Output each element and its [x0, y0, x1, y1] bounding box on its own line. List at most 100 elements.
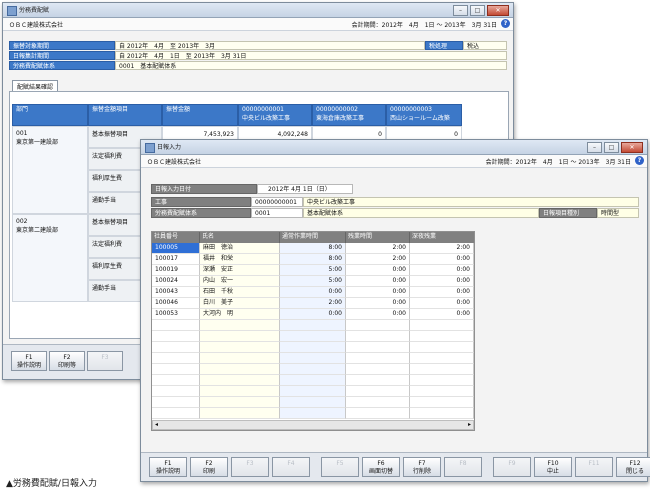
- employee-no-cell[interactable]: [152, 320, 200, 331]
- f2-print-button[interactable]: F2 印刷等: [49, 351, 85, 371]
- grid-row[interactable]: [152, 342, 474, 353]
- overtime-cell[interactable]: [346, 375, 410, 386]
- grid-row[interactable]: 100017 福井 和栄 8:00 2:00 0:00: [152, 254, 474, 265]
- f12-function-key[interactable]: F12 閉じる: [616, 457, 650, 477]
- grid-row[interactable]: [152, 353, 474, 364]
- name-cell[interactable]: [200, 408, 280, 419]
- overtime-cell[interactable]: 2:00: [346, 254, 410, 265]
- employee-no-cell[interactable]: [152, 386, 200, 397]
- employee-no-cell[interactable]: 100019: [152, 265, 200, 276]
- date-field[interactable]: 2012年 4月 1日（日）: [257, 184, 353, 194]
- regular-hours-cell[interactable]: [280, 364, 346, 375]
- regular-hours-cell[interactable]: 5:00: [280, 265, 346, 276]
- late-night-cell[interactable]: 0:00: [410, 309, 474, 320]
- late-night-cell[interactable]: 0:00: [410, 276, 474, 287]
- name-cell[interactable]: 福井 和栄: [200, 254, 280, 265]
- grid-row[interactable]: [152, 386, 474, 397]
- regular-hours-cell[interactable]: [280, 375, 346, 386]
- close-icon[interactable]: ✕: [621, 142, 643, 153]
- maximize-icon[interactable]: □: [470, 5, 485, 16]
- overtime-cell[interactable]: 2:00: [346, 243, 410, 254]
- late-night-cell[interactable]: 0:00: [410, 298, 474, 309]
- scroll-right-icon[interactable]: ▸: [468, 421, 471, 428]
- scroll-left-icon[interactable]: ◂: [155, 421, 158, 428]
- f3-function-key[interactable]: F3: [231, 457, 269, 477]
- f7-function-key[interactable]: F7 行削除: [403, 457, 441, 477]
- regular-hours-cell[interactable]: 2:00: [280, 298, 346, 309]
- grid-row[interactable]: 100019 深瀬 安正 5:00 0:00 0:00: [152, 265, 474, 276]
- regular-hours-cell[interactable]: 8:00: [280, 254, 346, 265]
- grid-row[interactable]: [152, 364, 474, 375]
- overtime-cell[interactable]: [346, 342, 410, 353]
- horizontal-scrollbar[interactable]: ◂ ▸: [152, 420, 474, 430]
- overtime-cell[interactable]: [346, 397, 410, 408]
- department-cell[interactable]: 002 東京第二建設部: [12, 214, 88, 302]
- f5-function-key[interactable]: F5: [321, 457, 359, 477]
- regular-hours-cell[interactable]: [280, 320, 346, 331]
- overtime-cell[interactable]: 0:00: [346, 298, 410, 309]
- grid-row[interactable]: 100005 麻田 徳治 8:00 2:00 2:00: [152, 243, 474, 254]
- late-night-cell[interactable]: [410, 342, 474, 353]
- regular-hours-cell[interactable]: 8:00: [280, 243, 346, 254]
- f9-function-key[interactable]: F9: [493, 457, 531, 477]
- f6-function-key[interactable]: F6 画面切替: [362, 457, 400, 477]
- f10-function-key[interactable]: F10 中止: [534, 457, 572, 477]
- regular-hours-cell[interactable]: 5:00: [280, 276, 346, 287]
- name-cell[interactable]: 内山 宏一: [200, 276, 280, 287]
- employee-no-cell[interactable]: 100043: [152, 287, 200, 298]
- f2-function-key[interactable]: F2 印刷: [190, 457, 228, 477]
- title-bar[interactable]: 日報入力 – □ ✕: [141, 140, 647, 155]
- regular-hours-cell[interactable]: [280, 408, 346, 419]
- name-cell[interactable]: [200, 353, 280, 364]
- late-night-cell[interactable]: [410, 408, 474, 419]
- late-night-cell[interactable]: [410, 386, 474, 397]
- grid-row[interactable]: 100043 石田 千秋 0:00 0:00 0:00: [152, 287, 474, 298]
- late-night-cell[interactable]: 0:00: [410, 265, 474, 276]
- grid-row[interactable]: [152, 397, 474, 408]
- name-cell[interactable]: 麻田 徳治: [200, 243, 280, 254]
- department-cell[interactable]: 001 東京第一建設部: [12, 126, 88, 214]
- f11-function-key[interactable]: F11: [575, 457, 613, 477]
- regular-hours-cell[interactable]: 0:00: [280, 309, 346, 320]
- name-cell[interactable]: 大河内 明: [200, 309, 280, 320]
- grid-row[interactable]: [152, 375, 474, 386]
- overtime-cell[interactable]: [346, 386, 410, 397]
- f8-function-key[interactable]: F8: [444, 457, 482, 477]
- regular-hours-cell[interactable]: 0:00: [280, 287, 346, 298]
- late-night-cell[interactable]: [410, 397, 474, 408]
- late-night-cell[interactable]: [410, 320, 474, 331]
- name-cell[interactable]: [200, 397, 280, 408]
- f1-function-key[interactable]: F1 操作説明: [149, 457, 187, 477]
- project-code-field[interactable]: 00000000001: [251, 197, 303, 207]
- name-cell[interactable]: 白川 美子: [200, 298, 280, 309]
- name-cell[interactable]: [200, 386, 280, 397]
- late-night-cell[interactable]: [410, 375, 474, 386]
- close-icon[interactable]: ✕: [487, 5, 509, 16]
- regular-hours-cell[interactable]: [280, 386, 346, 397]
- help-icon[interactable]: ?: [635, 156, 644, 165]
- name-cell[interactable]: [200, 331, 280, 342]
- employee-no-cell[interactable]: [152, 375, 200, 386]
- overtime-cell[interactable]: [346, 408, 410, 419]
- minimize-icon[interactable]: –: [587, 142, 602, 153]
- maximize-icon[interactable]: □: [604, 142, 619, 153]
- name-cell[interactable]: [200, 375, 280, 386]
- employee-no-cell[interactable]: 100024: [152, 276, 200, 287]
- overtime-cell[interactable]: 0:00: [346, 287, 410, 298]
- regular-hours-cell[interactable]: [280, 353, 346, 364]
- grid-row[interactable]: 100053 大河内 明 0:00 0:00 0:00: [152, 309, 474, 320]
- name-cell[interactable]: 深瀬 安正: [200, 265, 280, 276]
- overtime-cell[interactable]: [346, 320, 410, 331]
- overtime-cell[interactable]: 0:00: [346, 265, 410, 276]
- name-cell[interactable]: [200, 342, 280, 353]
- f1-help-button[interactable]: F1 操作説明: [11, 351, 47, 371]
- employee-no-cell[interactable]: [152, 397, 200, 408]
- late-night-cell[interactable]: 0:00: [410, 254, 474, 265]
- f3-button[interactable]: F3: [87, 351, 123, 371]
- overtime-cell[interactable]: 0:00: [346, 276, 410, 287]
- selected-employee-cell[interactable]: 100005: [152, 243, 200, 254]
- employee-no-cell[interactable]: 100046: [152, 298, 200, 309]
- title-bar[interactable]: 労務費配賦 – □ ✕: [3, 3, 513, 18]
- employee-no-cell[interactable]: [152, 408, 200, 419]
- employee-no-cell[interactable]: [152, 364, 200, 375]
